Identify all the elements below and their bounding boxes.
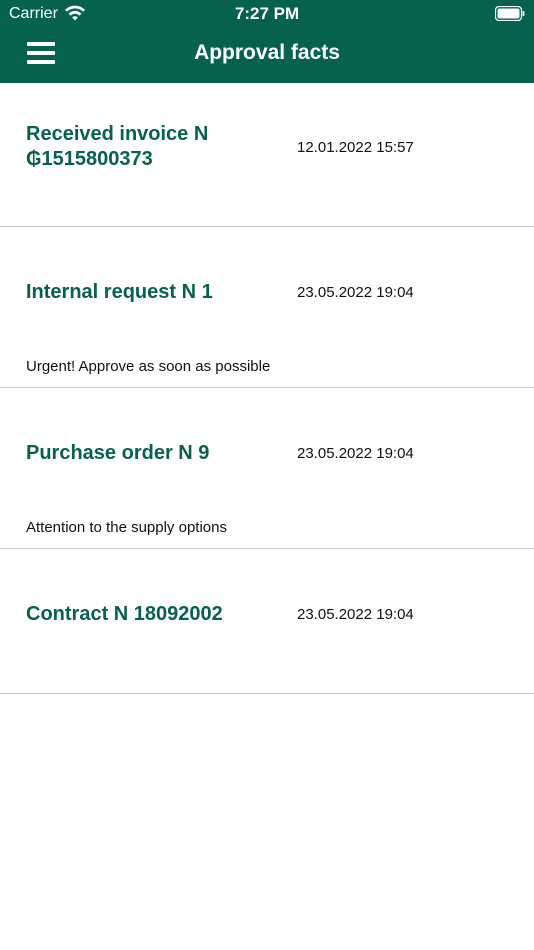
list-item[interactable]: Received invoice N ₲1515800373 12.01.202… [0, 83, 534, 227]
status-time: 7:27 PM [234, 4, 300, 23]
item-comment: Urgent! Approve as soon as possible [26, 358, 271, 375]
item-title: Received invoice N ₲1515800373 [26, 123, 209, 170]
page-title: Approval facts [194, 41, 340, 64]
item-date: 23.05.2022 19:04 [297, 606, 414, 623]
item-date: 23.05.2022 19:04 [297, 284, 414, 301]
approval-list: Received invoice N ₲1515800373 12.01.202… [0, 83, 534, 694]
battery-icon [495, 6, 525, 21]
item-title: Contract N 18092002 [26, 603, 223, 625]
list-item[interactable]: Internal request N 1 23.05.2022 19:04 Ur… [0, 227, 534, 388]
item-date: 23.05.2022 19:04 [297, 445, 414, 462]
item-title: Internal request N 1 [26, 281, 213, 303]
item-comment: Attention to the supply options [26, 519, 227, 536]
item-date: 12.01.2022 15:57 [297, 139, 414, 156]
app-header: Carrier 7:27 PM Approval facts [0, 0, 534, 83]
status-bar: Carrier 7:27 PM [0, 0, 534, 28]
list-item[interactable]: Contract N 18092002 23.05.2022 19:04 [0, 549, 534, 694]
list-item[interactable]: Purchase order N 9 23.05.2022 19:04 Atte… [0, 388, 534, 549]
item-title: Purchase order N 9 [26, 442, 210, 464]
